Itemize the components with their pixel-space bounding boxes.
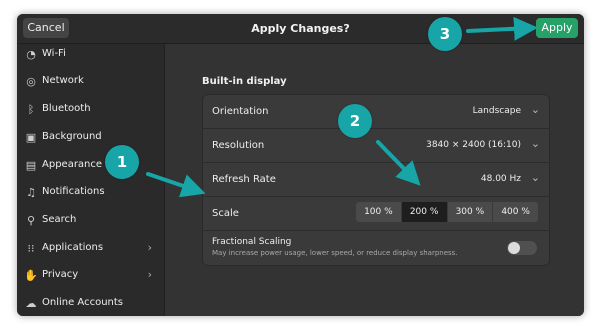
sidebar-item-background[interactable]: ▣ Background	[17, 127, 164, 153]
scale-400-button[interactable]: 400 %	[493, 202, 538, 222]
scale-300-button[interactable]: 300 %	[447, 202, 494, 222]
chevron-down-icon: ⌄	[530, 137, 540, 150]
bell-icon: ♫	[26, 186, 36, 199]
scale-label: Scale	[212, 208, 239, 219]
resolution-value: 3840 × 2400 (16:10)	[426, 140, 521, 150]
dialog-title: Apply Changes?	[251, 22, 350, 35]
appearance-icon: ▤	[25, 159, 37, 172]
sidebar-item-privacy[interactable]: ✋ Privacy ›	[17, 265, 164, 291]
display-settings-page: Built-in display Orientation Landscape ⌄…	[165, 44, 584, 316]
display-settings-panel: Orientation Landscape ⌄ Resolution 3840 …	[202, 94, 550, 266]
header-bar: Cancel Apply Changes? Apply	[17, 14, 584, 44]
annotation-badge-3: 3	[428, 17, 462, 51]
chevron-down-icon: ⌄	[530, 103, 540, 116]
orientation-value: Landscape	[472, 106, 521, 116]
fractional-scaling-description: May increase power usage, lower speed, o…	[212, 249, 458, 257]
sidebar-item-label: Wi-Fi	[42, 48, 66, 59]
sidebar-item-online-accounts[interactable]: ☁ Online Accounts	[17, 293, 164, 316]
privacy-icon: ✋	[24, 269, 38, 282]
scale-row: Scale 100 % 200 % 300 % 400 %	[203, 197, 549, 231]
sidebar-item-notifications[interactable]: ♫ Notifications	[17, 182, 164, 208]
refresh-rate-row[interactable]: Refresh Rate 48.00 Hz ⌄	[203, 163, 549, 197]
sidebar-item-appearance[interactable]: ▤ Appearance	[17, 155, 164, 181]
network-icon: ◎	[26, 75, 36, 88]
refresh-rate-label: Refresh Rate	[212, 174, 276, 185]
chevron-down-icon: ⌄	[530, 171, 540, 184]
section-title: Built-in display	[202, 76, 287, 87]
scale-200-button[interactable]: 200 %	[401, 202, 448, 222]
resolution-row[interactable]: Resolution 3840 × 2400 (16:10) ⌄	[203, 129, 549, 163]
sidebar: ◔ Wi-Fi ◎ Network ᛒ Bluetooth ▣ Backgrou…	[17, 44, 165, 316]
fractional-scaling-label: Fractional Scaling	[212, 237, 292, 247]
wifi-icon: ◔	[26, 48, 36, 61]
sidebar-item-label: Background	[42, 131, 102, 142]
sidebar-item-bluetooth[interactable]: ᛒ Bluetooth	[17, 99, 164, 125]
bluetooth-icon: ᛒ	[27, 103, 35, 116]
settings-window: Cancel Apply Changes? Apply ◔ Wi-Fi ◎ Ne…	[17, 14, 584, 316]
annotation-badge-1: 1	[105, 145, 139, 179]
background-icon: ▣	[25, 131, 37, 144]
toggle-knob	[508, 242, 520, 254]
sidebar-item-label: Bluetooth	[42, 103, 91, 114]
sidebar-item-applications[interactable]: ⁝⁝ Applications ›	[17, 238, 164, 264]
orientation-label: Orientation	[212, 106, 269, 117]
scale-selector: 100 % 200 % 300 % 400 %	[356, 202, 538, 222]
chevron-right-icon: ›	[147, 268, 152, 281]
cloud-icon: ☁	[25, 297, 37, 310]
sidebar-item-label: Search	[42, 214, 77, 225]
search-icon: ⚲	[26, 214, 36, 227]
sidebar-item-wifi[interactable]: ◔ Wi-Fi	[17, 44, 164, 70]
sidebar-item-label: Privacy	[42, 269, 79, 280]
fractional-scaling-row: Fractional Scaling May increase power us…	[203, 231, 549, 264]
orientation-row[interactable]: Orientation Landscape ⌄	[203, 95, 549, 129]
sidebar-item-label: Appearance	[42, 159, 103, 170]
annotation-badge-2: 2	[338, 104, 372, 138]
chevron-right-icon: ›	[147, 241, 152, 254]
sidebar-item-search[interactable]: ⚲ Search	[17, 210, 164, 236]
sidebar-item-label: Notifications	[42, 186, 105, 197]
apps-grid-icon: ⁝⁝	[27, 242, 35, 255]
scale-100-button[interactable]: 100 %	[356, 202, 402, 222]
refresh-rate-value: 48.00 Hz	[480, 174, 521, 184]
sidebar-item-label: Applications	[42, 242, 104, 253]
sidebar-item-label: Online Accounts	[42, 297, 124, 308]
sidebar-item-label: Network	[42, 75, 84, 86]
apply-button[interactable]: Apply	[536, 18, 578, 38]
sidebar-item-network[interactable]: ◎ Network	[17, 71, 164, 97]
resolution-label: Resolution	[212, 140, 265, 151]
fractional-scaling-toggle[interactable]	[507, 241, 537, 255]
